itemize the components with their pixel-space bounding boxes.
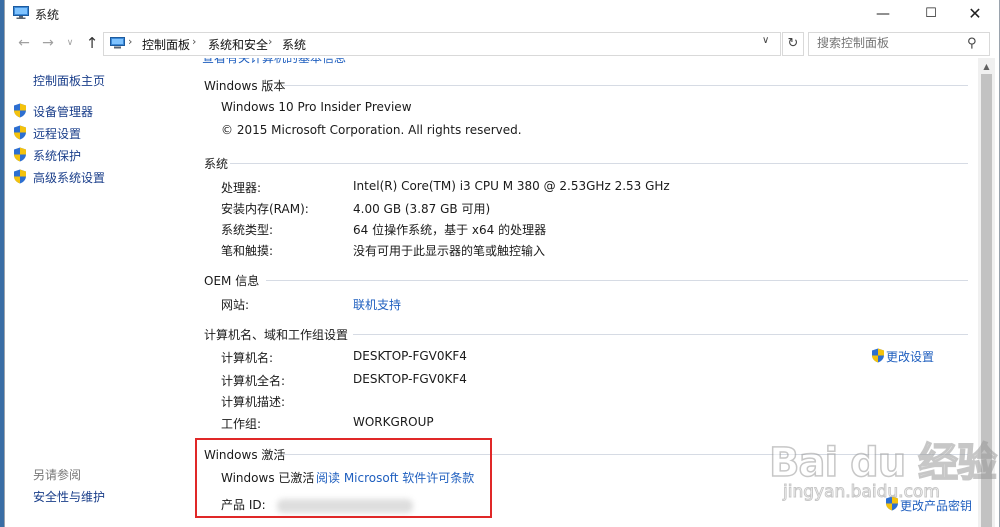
shield-icon <box>14 103 26 118</box>
forward-arrow-icon[interactable]: → <box>39 34 57 52</box>
address-dropdown-icon[interactable]: ∨ <box>762 35 769 46</box>
sidebar-item-label: 高级系统设置 <box>33 171 106 185</box>
system-window: 系统 — ☐ ✕ ← → ∨ ↑ › 控制面板 › 系统和安全 › 系统 ∨ ↻… <box>4 0 1000 527</box>
up-arrow-icon[interactable]: ↑ <box>83 34 101 52</box>
section-divider <box>266 280 968 281</box>
scroll-up-arrow-icon[interactable]: ▲ <box>978 58 995 75</box>
recent-locations-chevron-icon[interactable]: ∨ <box>61 34 79 52</box>
minimize-button[interactable]: — <box>861 0 905 28</box>
section-divider <box>353 334 968 335</box>
workgroup-label: 工作组: <box>221 417 262 431</box>
back-arrow-icon[interactable]: ← <box>15 34 33 52</box>
search-icon[interactable]: ⚲ <box>967 36 977 51</box>
close-button[interactable]: ✕ <box>953 0 997 28</box>
online-support-link[interactable]: 联机支持 <box>353 296 401 313</box>
shield-icon <box>14 147 26 162</box>
refresh-icon[interactable]: ↻ <box>782 32 804 56</box>
shield-icon <box>14 169 26 184</box>
maximize-button[interactable]: ☐ <box>909 0 953 28</box>
sidebar-item-label: 设备管理器 <box>33 105 94 119</box>
left-pane: 控制面板主页 设备管理器 远程设置 系统保护 高级系统设置 另请参阅 安全性与维… <box>5 58 188 527</box>
shield-icon <box>886 496 898 511</box>
processor-label: 处理器: <box>221 181 262 195</box>
main-content: 查看有关计算机的基本信息 Windows 版本 Windows 10 Pro I… <box>188 58 978 527</box>
page-heading-clipped: 查看有关计算机的基本信息 <box>202 58 347 65</box>
breadcrumb-separator-icon: › <box>128 35 133 48</box>
sidebar-item-label: 系统保护 <box>33 149 82 163</box>
section-title-windows-edition: Windows 版本 <box>204 79 286 93</box>
vertical-scrollbar[interactable]: ▲ <box>978 58 995 527</box>
search-input[interactable] <box>809 33 967 53</box>
window-title: 系统 <box>35 8 60 22</box>
windows-copyright: © 2015 Microsoft Corporation. All rights… <box>221 123 522 137</box>
section-title-computer-name: 计算机名、域和工作组设置 <box>204 328 349 342</box>
pen-touch-label: 笔和触摸: <box>221 244 274 258</box>
breadcrumb-separator-icon: › <box>192 35 197 48</box>
system-type-label: 系统类型: <box>221 223 274 237</box>
computer-description-label: 计算机描述: <box>221 395 286 409</box>
system-type-value: 64 位操作系统，基于 x64 的处理器 <box>353 223 547 237</box>
security-maintenance-link[interactable]: 安全性与维护 <box>33 488 105 505</box>
breadcrumb-system[interactable]: 系统 <box>282 36 306 53</box>
breadcrumb-system-security[interactable]: 系统和安全 <box>208 36 268 53</box>
change-product-key-label: 更改产品密钥 <box>900 499 973 513</box>
shield-icon <box>14 125 26 140</box>
control-panel-icon <box>110 37 125 49</box>
breadcrumb-control-panel[interactable]: 控制面板 <box>142 36 190 53</box>
section-title-activation: Windows 激活 <box>204 448 286 462</box>
windows-edition-name: Windows 10 Pro Insider Preview <box>221 100 412 114</box>
section-title-system: 系统 <box>204 157 229 171</box>
change-settings-label: 更改设置 <box>886 350 935 364</box>
breadcrumb-separator-icon: › <box>268 35 273 48</box>
workgroup-value: WORKGROUP <box>353 415 434 429</box>
blurred-product-id <box>277 499 413 513</box>
section-divider <box>283 85 968 86</box>
activation-status: Windows 已激活 <box>221 471 315 485</box>
shield-icon <box>872 348 884 363</box>
address-bar[interactable]: › 控制面板 › 系统和安全 › 系统 ∨ <box>103 32 781 56</box>
sidebar-item-label: 远程设置 <box>33 127 82 141</box>
ram-label: 安装内存(RAM): <box>221 202 309 216</box>
section-title-oem: OEM 信息 <box>204 274 260 288</box>
computer-name-value: DESKTOP-FGV0KF4 <box>353 349 467 363</box>
search-box: ⚲ <box>808 32 990 56</box>
product-id-label: 产品 ID: <box>221 498 266 512</box>
full-computer-name-label: 计算机全名: <box>221 374 286 388</box>
website-label: 网站: <box>221 298 250 312</box>
scrollbar-thumb[interactable] <box>981 74 992 527</box>
navigation-bar: ← → ∨ ↑ › 控制面板 › 系统和安全 › 系统 ∨ ↻ ⚲ <box>5 28 999 58</box>
title-bar: 系统 — ☐ ✕ <box>5 0 999 28</box>
pen-touch-value: 没有可用于此显示器的笔或触控输入 <box>353 244 546 258</box>
see-also-heading: 另请参阅 <box>33 468 82 482</box>
computer-name-label: 计算机名: <box>221 351 274 365</box>
full-computer-name-value: DESKTOP-FGV0KF4 <box>353 372 467 386</box>
ram-value: 4.00 GB (3.87 GB 可用) <box>353 202 491 216</box>
computer-icon <box>13 6 29 19</box>
section-divider <box>283 454 968 455</box>
processor-value: Intel(R) Core(TM) i3 CPU M 380 @ 2.53GHz… <box>353 179 670 193</box>
control-panel-home-link[interactable]: 控制面板主页 <box>33 72 105 89</box>
license-terms-link[interactable]: 阅读 Microsoft 软件许可条款 <box>316 469 474 486</box>
section-divider <box>230 163 968 164</box>
